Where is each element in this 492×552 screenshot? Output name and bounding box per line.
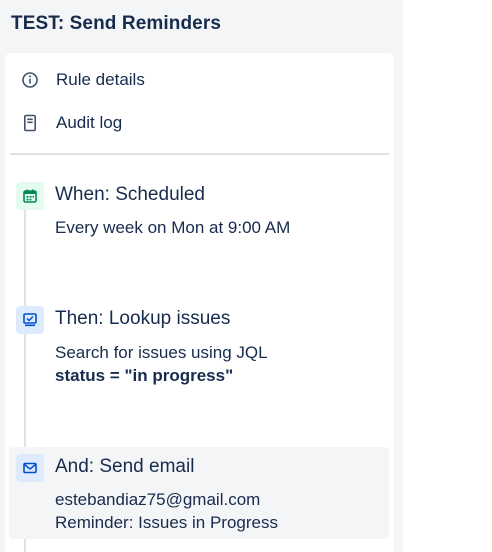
document-icon — [20, 113, 40, 133]
step-title: Then: Lookup issues — [55, 308, 231, 329]
step-action-send-email[interactable]: And: Send email estebandiaz75@gmail.com … — [9, 447, 389, 539]
calendar-icon — [16, 182, 44, 210]
rule-sidebar: TEST: Send Reminders Rule details Audit … — [0, 0, 403, 552]
divider — [10, 153, 389, 155]
lookup-screen-icon — [16, 306, 44, 334]
step-action-lookup-issues[interactable]: Then: Lookup issues Search for issues us… — [9, 299, 389, 409]
step-detail: Search for issues using JQL — [55, 343, 268, 362]
rule-title: TEST: Send Reminders — [11, 13, 221, 34]
envelope-icon — [16, 454, 44, 482]
nav-label-rule-details: Rule details — [56, 70, 145, 89]
nav-item-audit-log[interactable]: Audit log — [5, 105, 394, 141]
email-subject: Reminder: Issues in Progress — [55, 513, 278, 532]
step-title: When: Scheduled — [55, 184, 205, 205]
step-detail: Every week on Mon at 9:00 AM — [55, 218, 291, 237]
nav-label-audit-log: Audit log — [56, 113, 123, 132]
jql-query: status = "in progress" — [55, 366, 234, 385]
nav-item-rule-details[interactable]: Rule details — [5, 62, 394, 98]
info-icon — [20, 70, 40, 90]
step-trigger-scheduled[interactable]: When: Scheduled Every week on Mon at 9:0… — [9, 175, 389, 255]
step-title: And: Send email — [55, 456, 195, 477]
email-recipient: estebandiaz75@gmail.com — [55, 490, 261, 509]
